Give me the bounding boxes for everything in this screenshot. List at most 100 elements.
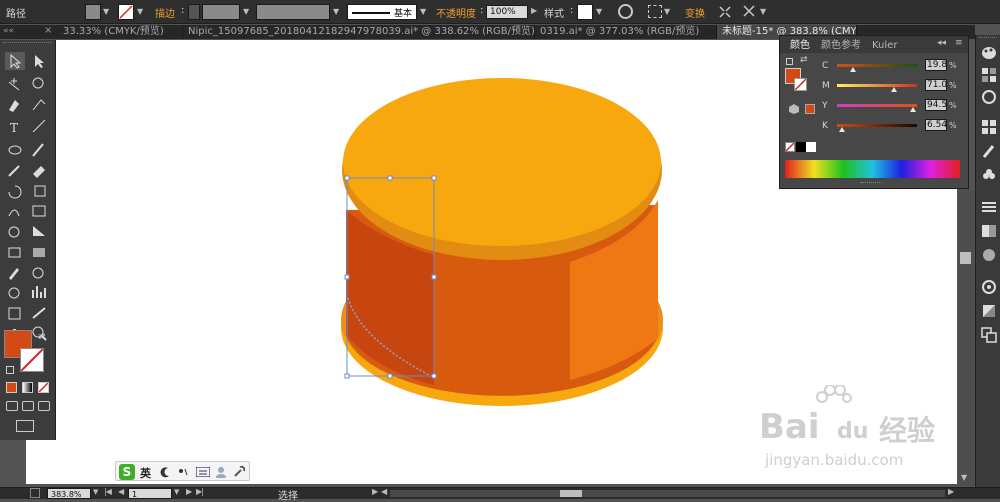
default-fill-stroke-icon[interactable] [786, 58, 793, 65]
slider-thumb-k[interactable] [839, 127, 846, 132]
last-page-icon[interactable]: ▶| [196, 487, 204, 496]
panel-stroke-swatch[interactable] [794, 78, 807, 91]
scroll-down-icon[interactable]: ▼ [961, 473, 967, 482]
color-palette-icon[interactable] [981, 45, 997, 61]
status-icon[interactable] [30, 488, 40, 498]
slider-track-k[interactable] [837, 124, 917, 127]
lasso-tool-icon[interactable] [32, 77, 44, 89]
chevron-down-icon[interactable]: ▼ [420, 7, 426, 16]
chevron-down-icon[interactable]: ▼ [333, 7, 339, 16]
pencil-tool-icon[interactable] [8, 165, 20, 177]
eyedropper-tool-icon[interactable] [9, 268, 19, 280]
recolor-artwork-icon[interactable] [618, 4, 633, 19]
default-colors-icon[interactable] [6, 366, 14, 374]
align-icon[interactable] [648, 5, 662, 18]
free-transform-tool-icon[interactable] [32, 205, 46, 217]
artboard-tool-icon[interactable] [8, 307, 21, 320]
stroke-panel-icon[interactable] [981, 199, 997, 215]
transparency-icon[interactable] [981, 247, 997, 263]
blend-tool-icon[interactable] [32, 267, 44, 279]
curvature-tool-icon[interactable] [32, 99, 46, 111]
slider-value-m[interactable]: 71.04 [925, 79, 947, 91]
selection-handle[interactable] [344, 274, 350, 280]
chevron-down-icon[interactable]: ▼ [760, 7, 766, 16]
stroke-weight-input[interactable] [202, 4, 240, 20]
black-swatch[interactable] [796, 142, 806, 152]
perspective-grid-tool-icon[interactable] [33, 226, 45, 236]
tab-kuler[interactable]: Kuler [872, 38, 897, 53]
sogou-logo-icon[interactable]: S [119, 464, 135, 480]
color-mode-button[interactable] [6, 382, 17, 393]
appearance-icon[interactable] [981, 279, 997, 295]
chevron-down-icon[interactable]: ▼ [93, 488, 98, 496]
color-spectrum[interactable] [785, 160, 960, 178]
ellipse-tool-icon[interactable] [8, 145, 22, 155]
style-swatch[interactable] [577, 4, 593, 20]
mesh-tool-icon[interactable] [8, 247, 21, 258]
previous-page-icon[interactable]: ◀ [118, 487, 124, 496]
tab-document-2[interactable]: Nipic_15097685_20180412182947978039.ai* … [183, 25, 535, 39]
status-menu-icon[interactable]: ▶ [372, 487, 378, 496]
stroke-label[interactable]: 描边 [155, 5, 175, 20]
stroke-swatch[interactable] [118, 4, 134, 20]
swap-fill-stroke-icon[interactable]: ⇄ [38, 332, 46, 342]
zoom-level-field[interactable]: 383.8% [47, 488, 91, 499]
draw-behind-icon[interactable] [22, 401, 34, 411]
selection-handle[interactable] [344, 373, 350, 379]
selection-handle[interactable] [387, 175, 393, 181]
shape-builder-tool-icon[interactable] [8, 226, 20, 238]
panel-resize-grip[interactable] [860, 182, 882, 186]
gamut-swatch[interactable] [805, 104, 815, 114]
graphic-styles-icon[interactable] [981, 303, 997, 319]
swatches-icon[interactable] [981, 119, 997, 135]
moon-icon[interactable] [158, 465, 172, 479]
opacity-input[interactable]: 100% [486, 5, 528, 19]
cylinder-top-face[interactable] [343, 78, 661, 246]
isolate-icon[interactable] [742, 4, 756, 18]
first-page-icon[interactable]: |◀ [104, 487, 112, 496]
symbols-icon[interactable] [981, 167, 997, 183]
slice-tool-icon[interactable] [32, 307, 46, 319]
swap-icon[interactable]: ⇄ [800, 55, 808, 65]
wrench-icon[interactable] [232, 465, 246, 479]
chevron-down-icon[interactable]: ▼ [137, 7, 143, 16]
transform-each-icon[interactable] [718, 5, 732, 19]
page-number-field[interactable]: 1 [128, 488, 172, 499]
direct-selection-tool-icon[interactable] [35, 55, 44, 68]
warp-tool-icon[interactable] [8, 209, 20, 217]
color-guide-icon[interactable] [981, 67, 997, 83]
opacity-label[interactable]: 不透明度 [436, 5, 476, 20]
ime-language-label[interactable]: 英 [140, 465, 151, 481]
fill-swatch[interactable] [85, 4, 101, 20]
brushes-icon[interactable] [981, 143, 997, 159]
selection-handle[interactable] [431, 175, 437, 181]
tab-document-3[interactable]: 0319.ai* @ 377.03% (RGB/预览) [535, 25, 717, 39]
slider-value-y[interactable]: 94.54 [925, 99, 947, 111]
chevron-down-icon[interactable]: ▼ [103, 7, 109, 16]
transform-label[interactable]: 变换 [685, 5, 705, 20]
type-tool-icon[interactable]: T [10, 121, 18, 135]
gradient-mode-button[interactable] [22, 382, 33, 393]
collapse-panel-icon[interactable]: ◂◂ [937, 38, 946, 48]
stroke-weight-stepper[interactable] [188, 4, 200, 20]
selection-handle[interactable] [431, 373, 437, 379]
line-segment-tool-icon[interactable] [32, 119, 46, 133]
layers-icon[interactable] [981, 327, 997, 343]
next-page-icon[interactable]: ▶ [186, 487, 192, 496]
stroke-color-box[interactable] [20, 348, 44, 372]
horizontal-scrollbar[interactable] [390, 490, 945, 497]
vertical-scrollbar[interactable]: ▼ [958, 190, 974, 486]
gradient-panel-icon[interactable] [981, 223, 997, 239]
tab-document-1[interactable]: 33.33% (CMYK/预览) [58, 25, 183, 39]
dock-grip[interactable] [979, 37, 997, 40]
panel-menu-icon[interactable]: ≡ [955, 38, 963, 48]
gradient-tool-icon[interactable] [33, 248, 45, 257]
eraser-tool-icon[interactable] [33, 166, 45, 178]
selection-handle[interactable] [387, 373, 393, 379]
column-graph-tool-icon[interactable] [32, 286, 46, 298]
out-of-gamut-icon[interactable] [789, 104, 799, 114]
selection-handle[interactable] [431, 274, 437, 280]
pen-tool-icon[interactable] [9, 100, 19, 112]
chevron-down-icon[interactable]: ▼ [243, 7, 249, 16]
draw-normal-icon[interactable] [6, 401, 18, 411]
